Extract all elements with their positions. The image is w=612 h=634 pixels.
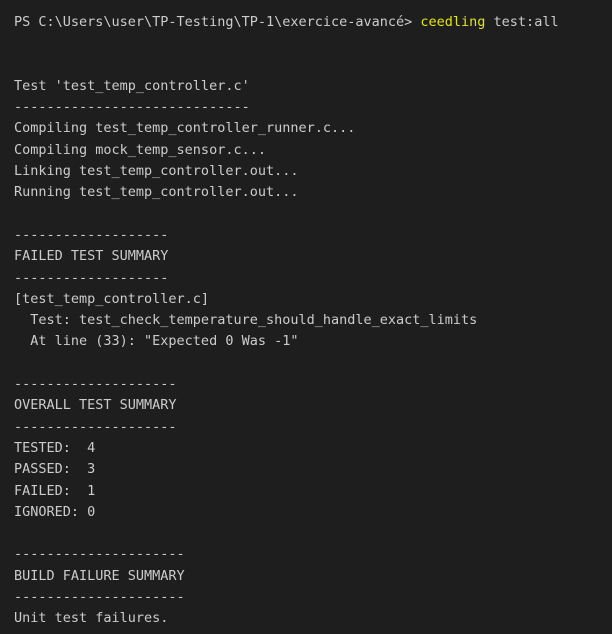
output-line: [test_temp_controller.c] (14, 290, 210, 307)
output-line: FAILED: 1 (14, 482, 96, 499)
output-line: -------------------- (14, 376, 177, 393)
output-line: ------------------- (14, 269, 169, 286)
output-line: FAILED TEST SUMMARY (14, 248, 169, 265)
output-line: TESTED: 4 (14, 439, 96, 456)
command-args: test:all (485, 14, 559, 30)
output-line: -------------------- (14, 418, 177, 435)
output-line: --------------------- (14, 546, 185, 563)
output-line: Linking test_temp_controller.out... (14, 163, 299, 180)
prompt-line: PS C:\Users\user\TP-Testing\TP-1\exercic… (14, 12, 612, 33)
output-line: BUILD FAILURE SUMMARY (14, 567, 185, 584)
command-name: ceedling (420, 14, 486, 30)
output-line: PASSED: 3 (14, 461, 96, 478)
output-line: Test 'test_temp_controller.c' (14, 77, 250, 94)
terminal-output: Test 'test_temp_controller.c' -----------… (14, 33, 612, 629)
prompt-path: PS C:\Users\user\TP-Testing\TP-1\exercic… (14, 14, 421, 30)
output-line: ----------------------------- (14, 99, 250, 116)
output-line: ------------------- (14, 226, 169, 243)
output-line: Running test_temp_controller.out... (14, 184, 299, 201)
output-line: Compiling mock_temp_sensor.c... (14, 141, 266, 158)
output-line: OVERALL TEST SUMMARY (14, 397, 177, 414)
output-line: At line (33): "Expected 0 Was -1" (14, 333, 299, 350)
output-line: Compiling test_temp_controller_runner.c.… (14, 120, 356, 137)
terminal-window[interactable]: PS C:\Users\user\TP-Testing\TP-1\exercic… (0, 0, 612, 634)
output-line: Test: test_check_temperature_should_hand… (14, 312, 478, 329)
output-line: --------------------- (14, 589, 185, 606)
output-line: IGNORED: 0 (14, 503, 96, 520)
output-line: Unit test failures. (14, 610, 169, 627)
